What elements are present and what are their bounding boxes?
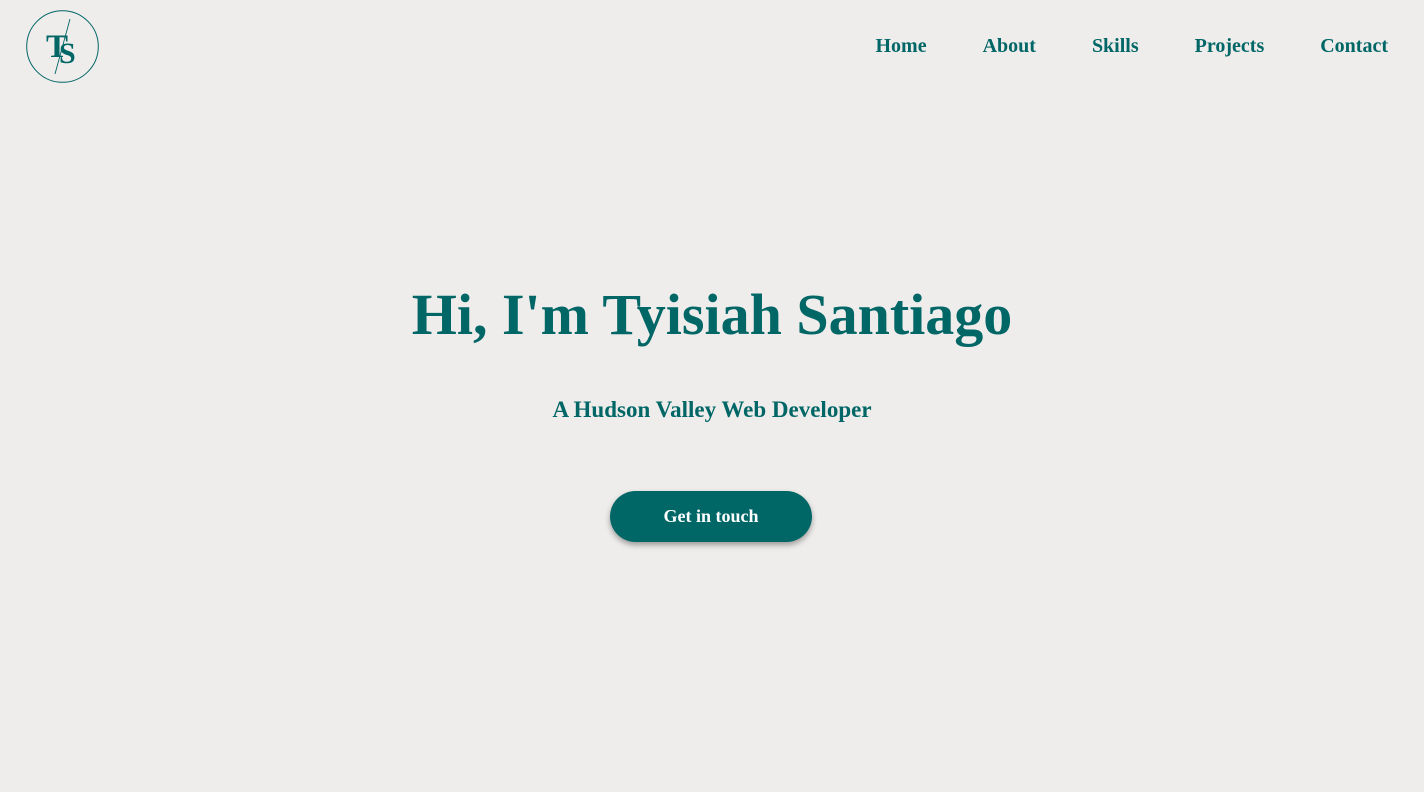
hero-title: Hi, I'm Tyisiah Santiago bbox=[411, 282, 1013, 347]
hero-subtitle: A Hudson Valley Web Developer bbox=[552, 397, 872, 422]
get-in-touch-button[interactable]: Get in touch bbox=[610, 491, 812, 542]
hero-section: Hi, I'm Tyisiah Santiago A Hudson Valley… bbox=[0, 0, 1424, 792]
